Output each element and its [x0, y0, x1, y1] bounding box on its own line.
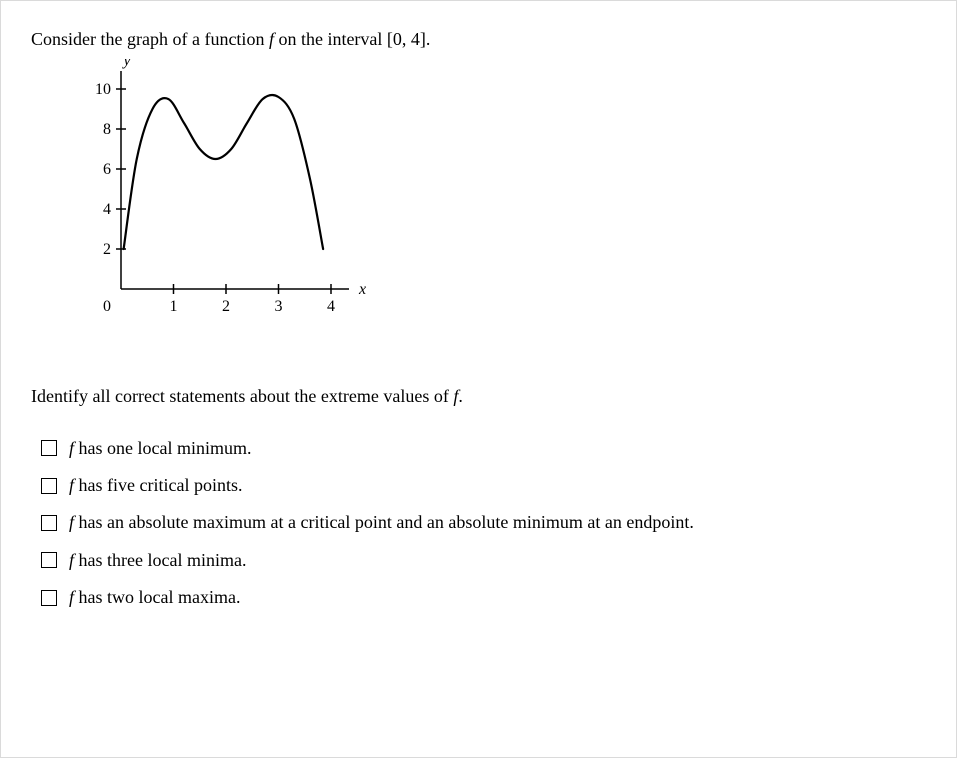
intro-prefix: Consider the graph of a function [31, 29, 269, 49]
option-text: has one local minimum. [74, 438, 251, 458]
svg-text:8: 8 [103, 121, 111, 138]
option-text: has two local maxima. [74, 587, 240, 607]
option-row: f has two local maxima. [41, 586, 956, 609]
options-list: f has one local minimum. f has five criti… [41, 437, 956, 610]
option-label: f has one local minimum. [69, 437, 251, 460]
graph-svg: 2 4 6 8 10 0 1 2 3 4 y x [61, 59, 381, 329]
option-checkbox[interactable] [41, 515, 57, 531]
option-label: f has three local minima. [69, 549, 246, 572]
svg-text:4: 4 [327, 298, 335, 315]
svg-text:10: 10 [95, 81, 111, 98]
svg-text:0: 0 [103, 298, 111, 315]
prompt-paragraph: Identify all correct statements about th… [31, 384, 956, 408]
svg-text:6: 6 [103, 161, 111, 178]
prompt-prefix: Identify all correct statements about th… [31, 386, 453, 406]
option-checkbox[interactable] [41, 478, 57, 494]
intro-paragraph: Consider the graph of a function f on th… [31, 27, 956, 51]
svg-text:2: 2 [222, 298, 230, 315]
intro-middle: on the interval [274, 29, 387, 49]
option-text: has three local minima. [74, 550, 246, 570]
svg-text:4: 4 [103, 201, 111, 218]
option-row: f has an absolute maximum at a critical … [41, 511, 956, 534]
option-row: f has one local minimum. [41, 437, 956, 460]
option-text: has an absolute maximum at a critical po… [74, 512, 694, 532]
function-graph: 2 4 6 8 10 0 1 2 3 4 y x [61, 59, 956, 334]
svg-text:y: y [121, 59, 131, 69]
svg-text:1: 1 [170, 298, 178, 315]
option-text: has five critical points. [74, 475, 242, 495]
option-label: f has five critical points. [69, 474, 242, 497]
option-checkbox[interactable] [41, 590, 57, 606]
option-row: f has five critical points. [41, 474, 956, 497]
svg-text:2: 2 [103, 241, 111, 258]
option-row: f has three local minima. [41, 549, 956, 572]
svg-text:3: 3 [275, 298, 283, 315]
option-label: f has two local maxima. [69, 586, 240, 609]
intro-suffix: . [426, 29, 431, 49]
question-content: Consider the graph of a function f on th… [1, 1, 956, 610]
scroll-pane[interactable]: Consider the graph of a function f on th… [0, 0, 957, 758]
option-label: f has an absolute maximum at a critical … [69, 511, 694, 534]
option-checkbox[interactable] [41, 552, 57, 568]
prompt-suffix: . [458, 386, 463, 406]
intro-interval: [0, 4] [387, 29, 426, 49]
option-checkbox[interactable] [41, 440, 57, 456]
svg-text:x: x [358, 281, 366, 298]
